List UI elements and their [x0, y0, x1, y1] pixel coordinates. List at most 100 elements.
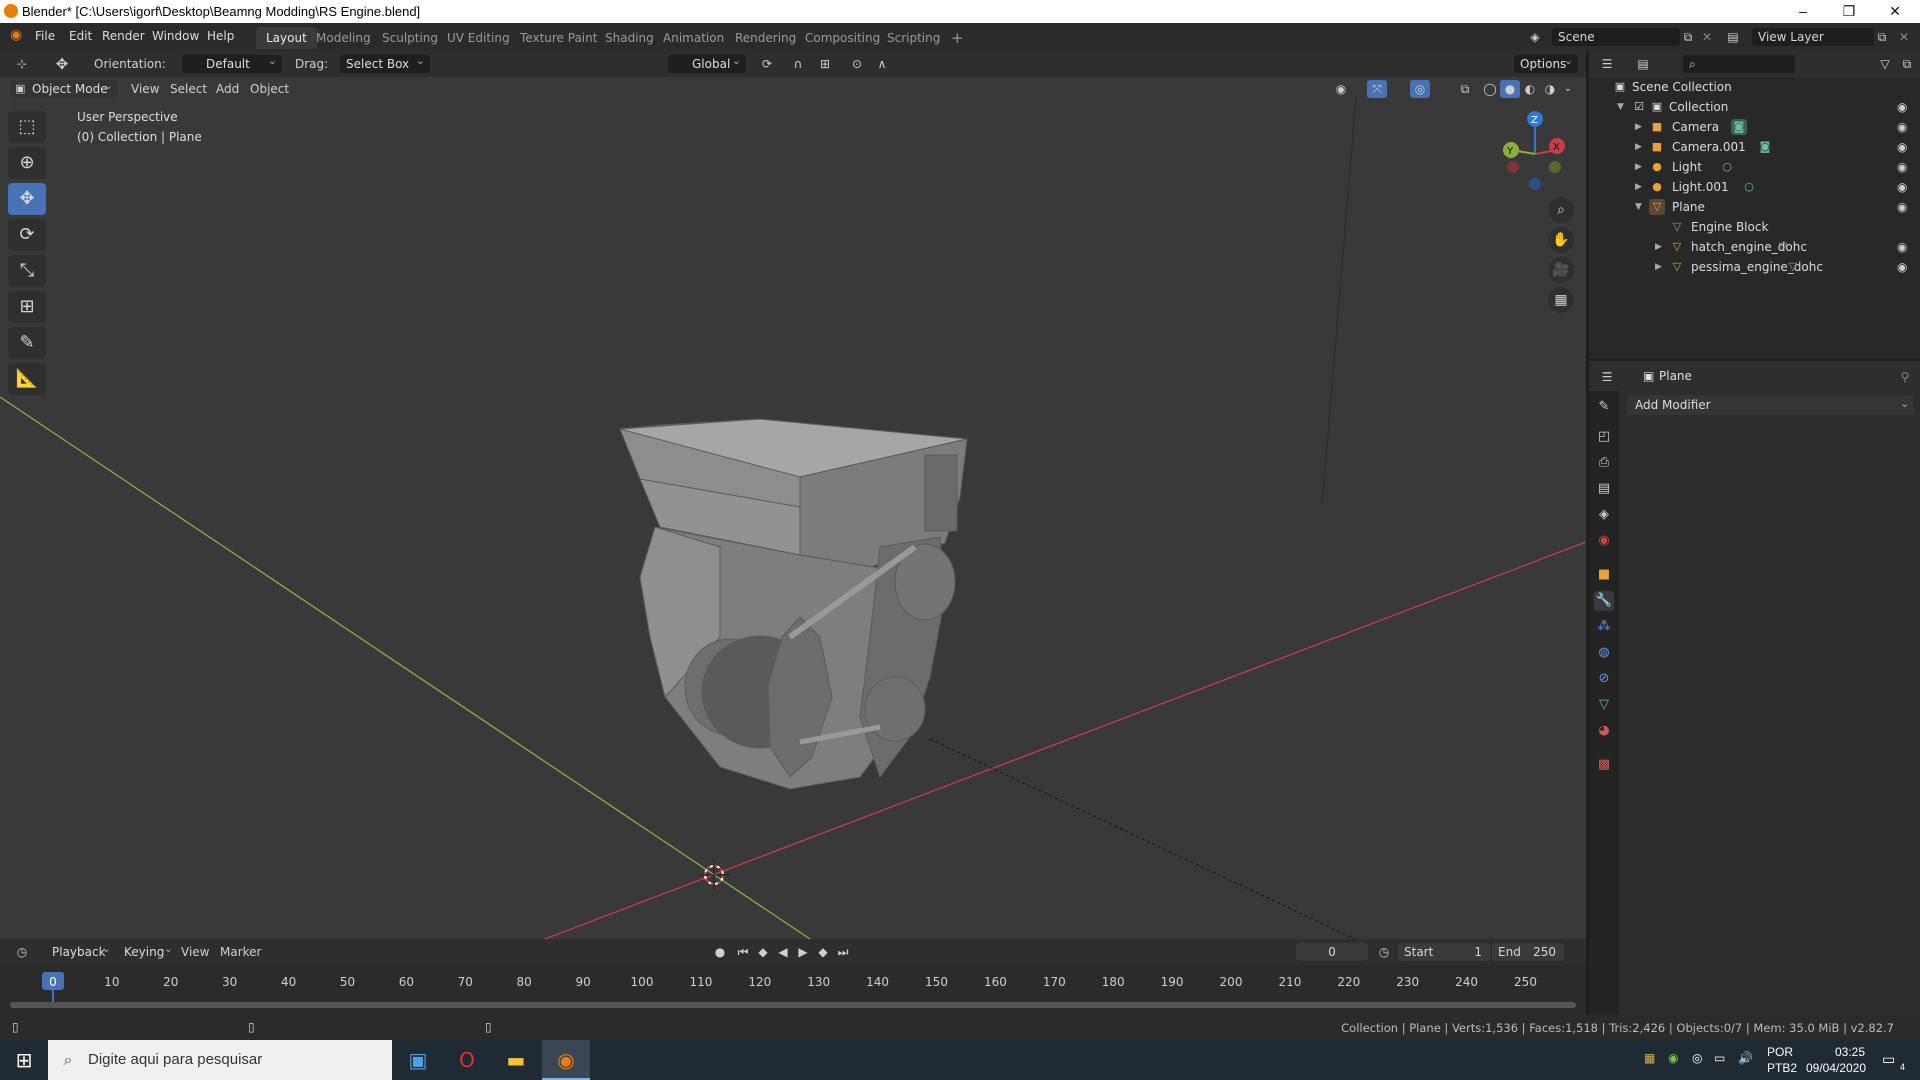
- menu-select[interactable]: Select: [170, 82, 207, 96]
- visibility-eye-icon[interactable]: ◉: [1897, 97, 1907, 117]
- add-workspace-button[interactable]: +: [941, 27, 974, 49]
- drag-dropdown[interactable]: Select Box: [340, 52, 430, 73]
- particles-tab-icon[interactable]: ⁂: [1594, 617, 1614, 637]
- minimize-button[interactable]: –: [1780, 0, 1826, 23]
- 3d-viewport[interactable]: Z Y X Object Mode ▣ View Select Add Obje…: [0, 77, 1586, 939]
- mesh-data-icon[interactable]: ▽: [1785, 259, 1801, 275]
- outliner-row-hatch-engine[interactable]: ▶ ▽ hatch_engine_dohc ▽ ◉: [1589, 237, 1920, 257]
- menu-window[interactable]: Window: [152, 29, 199, 43]
- filter-icon[interactable]: ▽: [1875, 55, 1895, 73]
- visibility-eye-icon[interactable]: ◉: [1897, 157, 1907, 177]
- tab-texture-paint[interactable]: Texture Paint: [510, 27, 607, 49]
- outliner-row-engine-block[interactable]: ▽ Engine Block: [1589, 217, 1920, 237]
- stopwatch-icon[interactable]: ◷: [1374, 943, 1394, 961]
- close-button[interactable]: ✕: [1872, 0, 1918, 23]
- menu-help[interactable]: Help: [207, 29, 234, 43]
- outliner-row-light[interactable]: ▶ ● Light ○ ◉: [1589, 157, 1920, 177]
- pan-hand-icon[interactable]: ✋: [1548, 227, 1574, 253]
- menu-render[interactable]: Render: [102, 29, 145, 43]
- outliner-row-collection[interactable]: ▼ ☑ ▣ Collection ◉: [1589, 97, 1920, 117]
- visibility-eye-icon[interactable]: ◉: [1897, 237, 1907, 257]
- camera-data-icon[interactable]: ◙: [1731, 119, 1747, 135]
- outliner-search-input[interactable]: ⌕: [1683, 55, 1795, 73]
- taskview-app-icon[interactable]: ▣: [394, 1040, 442, 1080]
- zoom-icon[interactable]: ⌕: [1548, 197, 1574, 223]
- texture-tab-icon[interactable]: ▩: [1594, 755, 1614, 775]
- next-keyframe-icon[interactable]: ◆: [813, 943, 833, 961]
- record-icon[interactable]: ●: [710, 943, 730, 961]
- outliner-row-light-001[interactable]: ▶ ● Light.001 ○ ◉: [1589, 177, 1920, 197]
- keying-menu[interactable]: Keying: [118, 940, 178, 961]
- navigation-gizmo[interactable]: Z Y X: [1503, 111, 1565, 190]
- tab-compositing[interactable]: Compositing: [795, 27, 890, 49]
- windows-start-icon[interactable]: ⊞: [0, 1040, 48, 1080]
- marker-menu[interactable]: Marker: [220, 945, 261, 959]
- mesh-data-icon[interactable]: ▽: [1775, 239, 1791, 255]
- ortho-grid-icon[interactable]: ▦: [1548, 287, 1574, 313]
- pin-icon[interactable]: ⚲: [1895, 368, 1915, 386]
- outliner-editor-type-icon[interactable]: ☰: [1597, 55, 1617, 73]
- outliner-row-camera-001[interactable]: ▶ ■ Camera.001 ◙ ◉: [1589, 137, 1920, 157]
- move-tool-icon[interactable]: ✥: [8, 183, 46, 215]
- xray-toggle-icon[interactable]: ⧉: [1455, 80, 1475, 98]
- snap-target-icon[interactable]: ⊞: [815, 55, 835, 73]
- prev-keyframe-icon[interactable]: ◆: [753, 943, 773, 961]
- clock-date[interactable]: 09/04/2020: [1801, 1061, 1871, 1075]
- checkbox-icon[interactable]: ☑: [1631, 99, 1647, 115]
- display-mode-icon[interactable]: ▤: [1633, 55, 1653, 73]
- wireframe-shading-icon[interactable]: ◯: [1480, 80, 1500, 98]
- editor-type-icon[interactable]: ⊹: [12, 55, 32, 73]
- steam-tray-icon[interactable]: ◎: [1692, 1051, 1702, 1065]
- overlay-toggle-icon[interactable]: ◎: [1410, 80, 1430, 98]
- visibility-eye-icon[interactable]: ◉: [1897, 137, 1907, 157]
- visibility-eye-icon[interactable]: ◉: [1897, 257, 1907, 277]
- material-tab-icon[interactable]: ◕: [1594, 721, 1614, 741]
- start-frame-field[interactable]: Start 1: [1398, 943, 1490, 961]
- jump-start-icon[interactable]: ⏮: [733, 943, 753, 961]
- visibility-eye-icon[interactable]: ◉: [1897, 117, 1907, 137]
- new-scene-icon[interactable]: ⧉: [1678, 28, 1698, 46]
- end-frame-field[interactable]: End 250: [1492, 943, 1564, 961]
- opera-app-icon[interactable]: O: [443, 1040, 491, 1080]
- falloff-curve-icon[interactable]: ∧: [872, 55, 892, 73]
- pivot-point-icon[interactable]: ⟳: [757, 55, 777, 73]
- mode-dropdown[interactable]: Object Mode: [10, 77, 118, 98]
- expand-icon[interactable]: ▼: [1617, 97, 1624, 117]
- timeline-scrollbar[interactable]: [10, 1002, 1576, 1008]
- modifier-tab-icon[interactable]: 🔧: [1594, 591, 1614, 611]
- play-icon[interactable]: ▶: [793, 943, 813, 961]
- volume-icon[interactable]: 🔊: [1738, 1051, 1753, 1065]
- delete-view-layer-icon[interactable]: ✕: [1894, 28, 1914, 46]
- transform-tool-icon[interactable]: ⊞: [8, 291, 46, 323]
- blender-menu-icon[interactable]: ◉: [10, 27, 22, 43]
- menu-view[interactable]: View: [131, 82, 159, 96]
- expand-icon[interactable]: ▶: [1635, 137, 1642, 157]
- menu-object[interactable]: Object: [250, 82, 289, 96]
- measure-tool-icon[interactable]: 📐: [8, 363, 46, 395]
- language-indicator[interactable]: POR: [1767, 1045, 1793, 1059]
- tab-uv-editing[interactable]: UV Editing: [437, 27, 520, 49]
- output-tab-icon[interactable]: ⎙: [1594, 453, 1614, 473]
- current-frame-field[interactable]: 0: [1296, 943, 1368, 961]
- options-dropdown[interactable]: Options: [1514, 52, 1578, 73]
- proportional-edit-icon[interactable]: ⊙: [847, 55, 867, 73]
- camera-data-icon[interactable]: ◙: [1757, 139, 1773, 155]
- light-data-icon[interactable]: ○: [1741, 179, 1757, 195]
- rendered-shading-icon[interactable]: ◑: [1540, 80, 1560, 98]
- add-modifier-dropdown[interactable]: Add Modifier: [1627, 395, 1914, 415]
- expand-icon[interactable]: ▼: [1635, 197, 1642, 217]
- visibility-eye-icon[interactable]: ◉: [1897, 197, 1907, 217]
- new-view-layer-icon[interactable]: ⧉: [1872, 28, 1892, 46]
- orientation-dropdown[interactable]: Default: [182, 52, 282, 73]
- scale-tool-icon[interactable]: ⤡: [8, 255, 46, 287]
- expand-icon[interactable]: ▶: [1635, 177, 1642, 197]
- expand-icon[interactable]: ▶: [1655, 237, 1662, 257]
- tab-scripting[interactable]: Scripting: [877, 27, 950, 49]
- menu-edit[interactable]: Edit: [69, 29, 92, 43]
- scene-tab-icon[interactable]: ◈: [1594, 505, 1614, 525]
- world-tab-icon[interactable]: ◉: [1594, 531, 1614, 551]
- blender-app-icon[interactable]: ◉: [542, 1040, 590, 1080]
- render-tab-icon[interactable]: ◰: [1594, 427, 1614, 447]
- menu-file[interactable]: File: [35, 29, 55, 43]
- file-explorer-app-icon[interactable]: ▬: [492, 1040, 540, 1080]
